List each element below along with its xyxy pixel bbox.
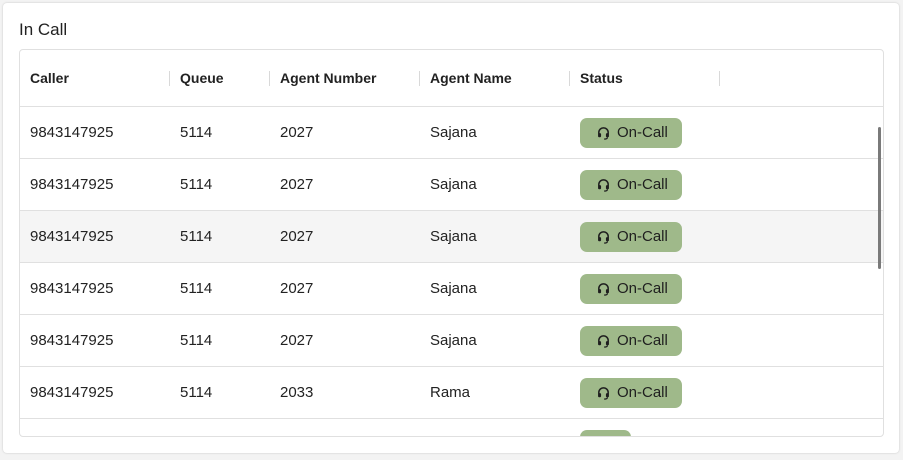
headset-icon xyxy=(596,125,611,140)
agent-number-cell: 2027 xyxy=(280,332,314,349)
status-chip: On-Call xyxy=(580,325,682,356)
headset-icon xyxy=(596,177,611,192)
agent-name-cell: Sajana xyxy=(430,280,477,297)
queue-cell: 5114 xyxy=(180,124,213,141)
column-header-label: Queue xyxy=(180,70,224,86)
status-label: On-Call xyxy=(617,228,668,245)
status-chip: On-Call xyxy=(580,169,682,200)
queue-cell: 5114 xyxy=(180,228,213,245)
column-header-status[interactable]: Status xyxy=(570,50,720,106)
column-header-queue[interactable]: Queue xyxy=(170,50,270,106)
table-row[interactable]: 9843147925 5114 2027 Sajana On-Call xyxy=(20,315,883,367)
status-label: On-Call xyxy=(617,124,668,141)
agent-number-cell: 2027 xyxy=(280,280,314,297)
caller-cell: 9843147925 xyxy=(30,124,114,141)
column-header-caller[interactable]: Caller xyxy=(20,50,170,106)
status-cell: On-Call xyxy=(570,273,720,304)
queue-cell: 5114 xyxy=(180,280,213,297)
column-header-agent-number[interactable]: Agent Number xyxy=(270,50,420,106)
status-label: On-Call xyxy=(617,384,668,401)
status-label: On-Call xyxy=(617,176,668,193)
column-header-label: Caller xyxy=(30,70,69,86)
headset-icon xyxy=(596,281,611,296)
table-row[interactable]: 9843147925 5114 2033 Rama On-Call xyxy=(20,367,883,419)
queue-cell: 5114 xyxy=(180,176,213,193)
status-chip: On-Call xyxy=(580,221,682,252)
headset-icon xyxy=(596,385,611,400)
table-row[interactable]: 9843147925 5114 2027 Sajana On-Call xyxy=(20,107,883,159)
column-header-agent-name[interactable]: Agent Name xyxy=(420,50,570,106)
caller-cell: 9843147925 xyxy=(30,176,114,193)
table-row[interactable] xyxy=(20,419,883,436)
column-header-label: Agent Number xyxy=(280,70,377,86)
headset-icon xyxy=(596,229,611,244)
status-cell: On-Call xyxy=(570,325,720,356)
in-call-panel: In Call Caller Queue Agent Number Agent … xyxy=(3,3,899,453)
agent-number-cell: 2027 xyxy=(280,228,314,245)
agent-name-cell: Sajana xyxy=(430,176,477,193)
queue-cell: 5114 xyxy=(180,384,213,401)
column-separator[interactable] xyxy=(719,71,720,86)
caller-cell: 9843147925 xyxy=(30,280,114,297)
agent-name-cell: Sajana xyxy=(430,332,477,349)
agent-name-cell: Rama xyxy=(430,384,471,401)
column-header-label: Status xyxy=(580,70,623,86)
status-cell: On-Call xyxy=(570,377,720,408)
caller-cell: 9843147925 xyxy=(30,384,114,401)
agent-name-cell: Sajana xyxy=(430,228,477,245)
column-header-label: Agent Name xyxy=(430,70,512,86)
agent-number-cell: 2033 xyxy=(280,384,314,401)
queue-cell: 5114 xyxy=(180,332,213,349)
status-cell: On-Call xyxy=(570,169,720,200)
status-chip: On-Call xyxy=(580,117,682,148)
table-body[interactable]: 9843147925 5114 2027 Sajana On-Call 9843… xyxy=(20,107,883,436)
status-chip: On-Call xyxy=(580,273,682,304)
table-row[interactable]: 9843147925 5114 2027 Sajana On-Call xyxy=(20,263,883,315)
caller-cell: 9843147925 xyxy=(30,332,114,349)
table-row[interactable]: 9843147925 5114 2027 Sajana On-Call xyxy=(20,211,883,263)
vertical-scrollbar[interactable] xyxy=(878,127,881,269)
agent-number-cell: 2027 xyxy=(280,176,314,193)
caller-cell: 9843147925 xyxy=(30,228,114,245)
status-chip xyxy=(580,429,631,436)
status-cell: On-Call xyxy=(570,117,720,148)
status-chip: On-Call xyxy=(580,377,682,408)
panel-title: In Call xyxy=(19,20,68,39)
table-header: Caller Queue Agent Number Agent Name Sta… xyxy=(20,50,883,107)
agent-number-cell: 2027 xyxy=(280,124,314,141)
status-cell: On-Call xyxy=(570,221,720,252)
agent-name-cell: Sajana xyxy=(430,124,477,141)
table-row[interactable]: 9843147925 5114 2027 Sajana On-Call xyxy=(20,159,883,211)
headset-icon xyxy=(596,333,611,348)
status-label: On-Call xyxy=(617,280,668,297)
in-call-table: Caller Queue Agent Number Agent Name Sta… xyxy=(19,49,884,437)
status-label: On-Call xyxy=(617,332,668,349)
status-cell xyxy=(570,429,720,436)
